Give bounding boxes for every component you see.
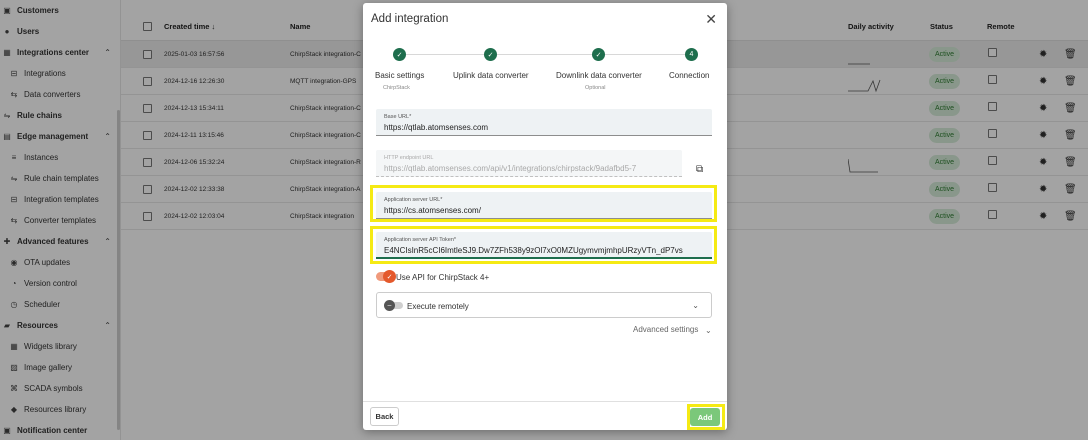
step-label: Connection: [669, 71, 710, 80]
http-endpoint-field: HTTP endpoint URL https://qtlab.atomsens…: [376, 150, 682, 177]
base-url-field[interactable]: Base URL* https://qtlab.atomsenses.com: [376, 109, 712, 136]
execute-remotely-panel[interactable]: – Execute remotely ⌄: [376, 292, 712, 318]
base-url-value[interactable]: https://qtlab.atomsenses.com: [384, 123, 706, 132]
dialog-title: Add integration: [371, 13, 449, 25]
stepper-connector: [497, 54, 597, 55]
check-icon: ✓: [484, 48, 497, 61]
close-icon[interactable]: ✕: [705, 11, 717, 28]
check-icon: ✓: [592, 48, 605, 61]
highlight-box: [370, 226, 717, 264]
check-icon: ✓: [383, 270, 396, 283]
highlight-box: [687, 404, 725, 430]
copy-icon[interactable]: ⧉: [696, 164, 703, 175]
step-sublabel: Optional: [585, 85, 606, 91]
http-endpoint-label: HTTP endpoint URL: [384, 155, 434, 161]
dialog-footer-divider: [363, 401, 727, 402]
add-integration-dialog: Add integration ✕ ✓ ✓ ✓ 4 Basic settings…: [363, 3, 727, 430]
base-url-label: Base URL*: [384, 114, 412, 120]
http-endpoint-value: https://qtlab.atomsenses.com/api/v1/inte…: [384, 164, 637, 173]
chevron-down-icon[interactable]: ⌄: [692, 301, 699, 310]
stepper-connector: [406, 54, 484, 55]
use-api-label: Use API for ChirpStack 4+: [396, 273, 490, 282]
step-label: Basic settings: [375, 71, 425, 80]
advanced-settings-toggle[interactable]: Advanced settings: [633, 325, 698, 334]
minus-icon: –: [384, 300, 395, 311]
step-label: Uplink data converter: [453, 71, 529, 80]
step-sublabel: ChirpStack: [383, 85, 410, 91]
execute-remotely-toggle[interactable]: –: [384, 300, 403, 311]
step-number: 4: [685, 48, 698, 61]
back-button[interactable]: Back: [370, 407, 399, 426]
chevron-down-icon[interactable]: ⌄: [705, 326, 712, 335]
step-label: Downlink data converter: [556, 71, 642, 80]
stepper-connector: [605, 54, 685, 55]
check-icon: ✓: [393, 48, 406, 61]
highlight-box: [370, 185, 717, 222]
use-api-toggle[interactable]: ✓: [376, 270, 396, 283]
execute-remotely-label: Execute remotely: [407, 302, 469, 311]
